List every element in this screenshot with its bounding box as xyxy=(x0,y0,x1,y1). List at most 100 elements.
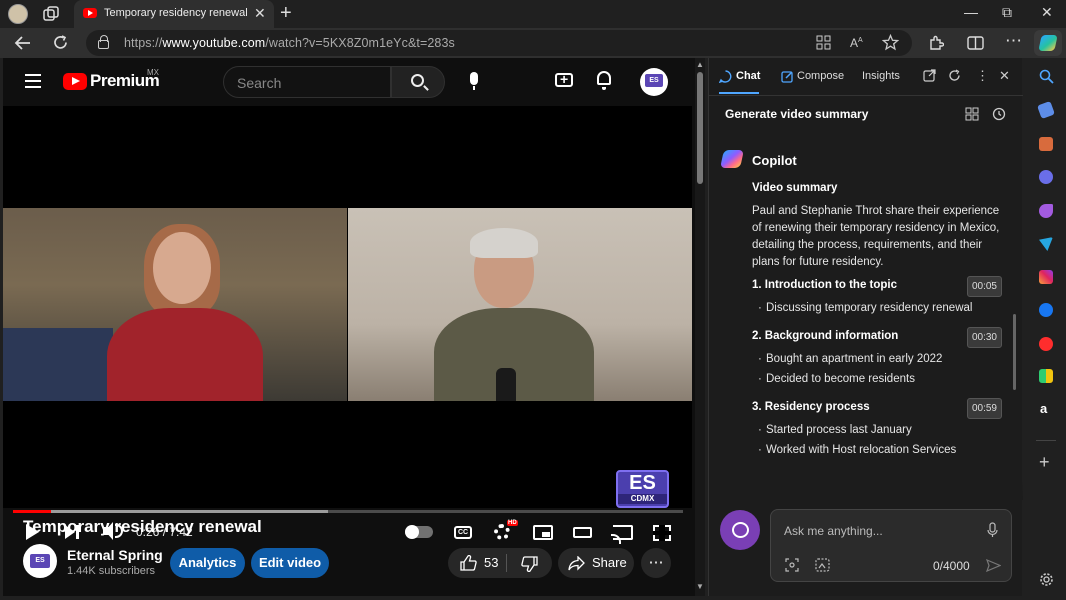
more-vertical-icon[interactable]: ⋮ xyxy=(976,68,989,84)
open-in-new-icon[interactable] xyxy=(923,69,936,82)
tools-briefcase-icon[interactable] xyxy=(1039,137,1053,151)
like-icon[interactable] xyxy=(460,555,477,571)
copilot-icon[interactable] xyxy=(1034,30,1062,56)
scroll-up-icon[interactable]: ▲ xyxy=(696,60,704,69)
theater-mode-icon[interactable] xyxy=(573,527,592,538)
read-aloud-icon[interactable]: AA xyxy=(850,35,866,50)
back-arrow-icon[interactable] xyxy=(14,35,32,51)
facebook-icon[interactable] xyxy=(1039,303,1053,317)
colorful-app-icon[interactable] xyxy=(1039,369,1053,383)
send-icon[interactable] xyxy=(986,559,1001,572)
section-title: 2. Background information xyxy=(752,330,899,342)
split-screen-icon[interactable] xyxy=(967,35,984,51)
shopping-tag-icon[interactable] xyxy=(1037,101,1055,119)
timestamp-badge[interactable]: 00:05 xyxy=(966,276,1002,297)
captions-icon[interactable]: CC xyxy=(454,526,472,539)
chat-input[interactable]: Ask me anything... 0/4000 xyxy=(770,509,1012,582)
add-sidebar-app-icon[interactable]: + xyxy=(1039,452,1050,473)
amazon-icon[interactable]: a xyxy=(1040,401,1047,416)
sidebar-settings-gear-icon[interactable] xyxy=(1039,572,1054,587)
region-code: MX xyxy=(147,68,159,77)
summary-content: Video summary Paul and Stephanie Throt s… xyxy=(752,180,1002,459)
autoplay-toggle[interactable] xyxy=(405,525,433,539)
copilot-tabs: Chat Compose Insights ⋮ ✕ xyxy=(709,58,1023,96)
miniplayer-icon[interactable] xyxy=(533,525,553,540)
dislike-icon[interactable] xyxy=(521,556,538,572)
search-button[interactable] xyxy=(391,66,445,98)
scroll-down-icon[interactable]: ▼ xyxy=(696,582,704,591)
compose-icon xyxy=(781,71,793,83)
instagram-icon[interactable] xyxy=(1039,270,1053,284)
history-icon[interactable] xyxy=(992,107,1006,121)
more-actions-button[interactable]: ⋯ xyxy=(641,548,671,578)
youtube-music-icon[interactable] xyxy=(1039,337,1053,351)
channel-avatar[interactable]: ES xyxy=(23,544,57,578)
screenshot-icon[interactable] xyxy=(785,558,799,572)
browser-tab-youtube[interactable]: Temporary residency renewal - YouTube ✕ xyxy=(74,0,274,28)
edit-video-button[interactable]: Edit video xyxy=(251,548,329,578)
section-title: 3. Residency process xyxy=(752,401,870,413)
menu-icon[interactable] xyxy=(25,74,41,88)
page-scrollbar[interactable]: ▲ ▼ xyxy=(695,58,705,596)
share-label: Share xyxy=(592,555,627,570)
designer-icon[interactable] xyxy=(1039,204,1053,218)
tab-close-icon[interactable]: ✕ xyxy=(254,5,266,22)
like-count: 53 xyxy=(484,555,499,570)
close-window-button[interactable]: ✕ xyxy=(1041,4,1053,21)
channel-name[interactable]: Eternal Spring xyxy=(67,547,163,563)
bullet-item: Started process last January xyxy=(752,422,1002,439)
youtube-favicon-icon xyxy=(83,8,97,18)
assistant-name: Copilot xyxy=(752,153,797,168)
share-button[interactable]: Share xyxy=(558,548,634,578)
bed-background xyxy=(3,328,113,401)
notifications-bell-icon[interactable] xyxy=(597,71,611,90)
extensions-icon[interactable] xyxy=(928,35,944,51)
restore-button[interactable]: ⧉ xyxy=(1002,4,1012,21)
copilot-scrollbar-thumb[interactable] xyxy=(1013,314,1016,390)
share-icon xyxy=(568,556,585,571)
sidebar-divider xyxy=(1036,440,1056,441)
svg-text:A: A xyxy=(850,36,858,50)
tab-insights[interactable]: Insights xyxy=(862,70,900,82)
analytics-button[interactable]: Analytics xyxy=(170,548,245,578)
tab-compose[interactable]: Compose xyxy=(797,70,844,82)
more-icon[interactable]: ⋯ xyxy=(1005,31,1022,51)
url-field[interactable]: https://www.youtube.com/watch?v=5KX8Z0m1… xyxy=(86,30,912,56)
cast-icon[interactable] xyxy=(611,525,633,544)
svg-text:A: A xyxy=(858,37,863,44)
create-video-icon[interactable] xyxy=(555,71,573,87)
apps-icon[interactable] xyxy=(816,35,831,50)
new-topic-button[interactable] xyxy=(720,510,760,550)
timestamp-badge[interactable]: 00:59 xyxy=(966,398,1002,419)
lock-icon[interactable] xyxy=(98,35,109,49)
settings-gear-icon[interactable] xyxy=(494,524,510,540)
image-input-icon[interactable] xyxy=(815,558,830,572)
refresh-copilot-icon[interactable] xyxy=(948,69,961,82)
close-pane-icon[interactable]: ✕ xyxy=(999,68,1010,84)
minimize-button[interactable]: — xyxy=(964,4,978,20)
favorite-star-icon[interactable] xyxy=(882,34,899,51)
youtube-logo-icon[interactable] xyxy=(63,73,87,90)
profile-avatar[interactable] xyxy=(8,4,28,24)
copilot-alt-icon[interactable] xyxy=(1039,170,1053,184)
person-body xyxy=(107,308,263,401)
video-player[interactable]: ES CDMX 0:26 / 7:42 CC HD xyxy=(3,106,692,544)
microphone-icon[interactable] xyxy=(987,522,998,538)
tab-actions-icon[interactable] xyxy=(42,5,60,23)
es-cdmx-watermark: ES CDMX xyxy=(616,470,669,508)
title-bar: Temporary residency renewal - YouTube ✕ … xyxy=(0,0,1066,28)
account-avatar[interactable]: ES xyxy=(640,68,668,96)
timestamp-badge[interactable]: 00:30 xyxy=(966,327,1002,348)
refresh-icon[interactable] xyxy=(52,34,69,51)
scrollbar-thumb[interactable] xyxy=(697,72,703,184)
telegram-icon[interactable] xyxy=(1039,237,1053,251)
grid-icon[interactable] xyxy=(965,107,979,121)
fullscreen-icon[interactable] xyxy=(653,525,671,541)
character-count: 0/4000 xyxy=(933,559,970,573)
search-icon[interactable] xyxy=(1039,69,1054,84)
voice-search-icon[interactable] xyxy=(470,72,478,90)
search-input[interactable]: Search xyxy=(223,66,391,98)
tab-chat[interactable]: Chat xyxy=(736,70,760,82)
youtube-page: Premium MX Search ES ES CDMX xyxy=(3,58,705,596)
new-tab-button[interactable]: + xyxy=(280,2,292,25)
